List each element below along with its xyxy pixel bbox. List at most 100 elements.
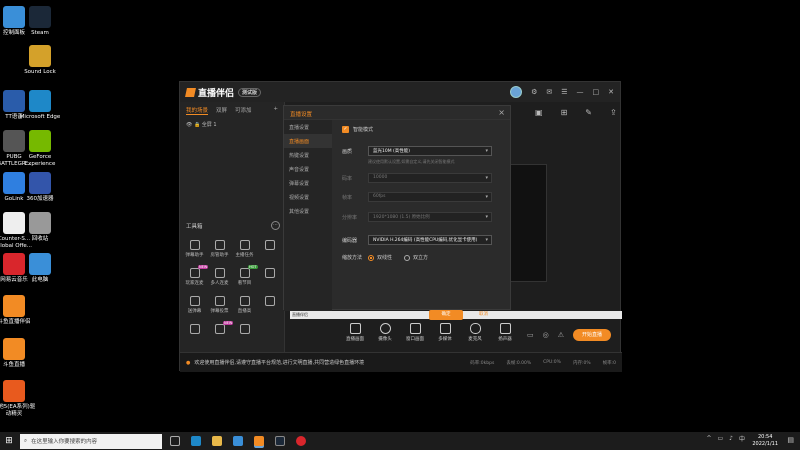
windows-start-icon[interactable]: ⊞ bbox=[0, 436, 18, 446]
action-camera[interactable]: 摄像头 bbox=[375, 323, 395, 342]
action-screen[interactable]: 直播画面 bbox=[345, 323, 365, 342]
volume-icon[interactable]: ♪ bbox=[729, 435, 733, 442]
tool-item[interactable] bbox=[257, 296, 282, 314]
desktop-icon-label: 斗鱼直播伴侣 bbox=[0, 319, 31, 325]
toolbox-title: 工具箱 bbox=[186, 224, 203, 230]
encoder-select[interactable]: NVIDIA H.264编码 (高性能CPU编码,优化显卡使用) ▾ bbox=[368, 235, 492, 245]
tool-label: 弹幕投票 bbox=[210, 309, 229, 314]
desktop-icon[interactable]: Sound Lock bbox=[18, 45, 62, 76]
action-media[interactable]: 多媒体 bbox=[435, 323, 455, 342]
tab-dual-screen[interactable]: 双屏 bbox=[216, 106, 227, 115]
tool-item[interactable]: 多人连麦 bbox=[207, 268, 232, 286]
taskbar-clock[interactable]: 20:54 2022/1/11 bbox=[752, 434, 778, 448]
stat-cpu: CPU:0% bbox=[543, 360, 561, 365]
minimize-icon[interactable]: — bbox=[577, 88, 584, 96]
action-speaker[interactable]: 扬声器 bbox=[495, 323, 515, 342]
alert-icon[interactable]: ⚠ bbox=[558, 331, 564, 339]
layout-icon[interactable]: ⊞ bbox=[561, 108, 568, 117]
action-microphone[interactable]: 麦克风 bbox=[465, 323, 485, 342]
douyu-taskbar-icon[interactable] bbox=[254, 436, 264, 446]
smart-mode-checkbox[interactable]: ✓ bbox=[342, 126, 349, 133]
scene-item[interactable]: 👁 🔒 全屏 1 bbox=[180, 119, 284, 130]
eye-toggle-icon[interactable]: ◎ bbox=[543, 331, 549, 339]
desktop-icon[interactable]: Steam bbox=[18, 6, 62, 37]
start-live-button[interactable]: 开始直播 bbox=[573, 329, 611, 341]
tool-label: 多人连麦 bbox=[210, 281, 229, 286]
tool-item[interactable]: 直播高 bbox=[232, 296, 257, 314]
microphone-icon bbox=[469, 323, 481, 334]
ime-icon[interactable]: 中 bbox=[739, 434, 745, 443]
desktop-icon[interactable]: GeForce Experience bbox=[18, 130, 62, 168]
steam-taskbar-icon[interactable] bbox=[275, 436, 285, 446]
share-icon[interactable]: ⇪ bbox=[610, 108, 617, 117]
tool-item[interactable]: HOT 看节目 bbox=[232, 265, 258, 286]
tool-item[interactable] bbox=[232, 324, 257, 336]
tool-item[interactable]: 房管助手 bbox=[207, 240, 232, 258]
ok-button[interactable]: 确定 bbox=[429, 310, 463, 320]
desktop-icon[interactable]: 360加速器 bbox=[18, 172, 62, 203]
settings-icon[interactable]: ⚙ bbox=[531, 88, 537, 96]
settings-nav-item[interactable]: 声音设置 bbox=[284, 162, 332, 176]
tab-addable[interactable]: 可添加 bbox=[235, 106, 252, 115]
dialog-close-icon[interactable]: × bbox=[498, 108, 505, 117]
settings-nav-item[interactable]: 视频设置 bbox=[284, 190, 332, 204]
bitrate-label: 码率 bbox=[342, 175, 353, 182]
action-window[interactable]: 窗口画面 bbox=[405, 323, 425, 342]
close-icon[interactable]: ✕ bbox=[608, 88, 614, 96]
preview-toolbar: ▣ ⊞ ✎ ⇪ bbox=[535, 108, 617, 117]
add-scene-icon[interactable]: + bbox=[273, 106, 278, 115]
user-avatar[interactable] bbox=[510, 86, 523, 98]
taskbar-search[interactable]: ⌕ 在这里输入你要搜索的内容 bbox=[20, 433, 162, 449]
menu-icon[interactable]: ☰ bbox=[561, 88, 567, 96]
tool-item[interactable]: 弹幕助手 bbox=[182, 240, 207, 258]
tool-item[interactable]: NEW bbox=[207, 321, 234, 336]
tab-my-scenes[interactable]: 我的场景 bbox=[186, 106, 209, 115]
edge-taskbar-icon[interactable] bbox=[191, 436, 201, 446]
desktop-icon[interactable]: 斗鱼直播 bbox=[0, 338, 36, 369]
tool-item[interactable]: 送弹幕 bbox=[182, 296, 207, 314]
desktop-icon[interactable]: 此电脑 bbox=[18, 253, 62, 284]
edge-icon bbox=[29, 90, 51, 112]
netease-taskbar-icon[interactable] bbox=[296, 436, 306, 446]
scale-bicubic-radio[interactable] bbox=[404, 254, 411, 261]
notification-icon[interactable]: ▤ bbox=[787, 436, 794, 444]
settings-nav-item[interactable]: 直播画面 bbox=[284, 134, 332, 148]
tool-item[interactable] bbox=[182, 324, 207, 336]
network-icon[interactable]: ▭ bbox=[717, 435, 723, 442]
settings-body: ✓ 智能模式 画质 蓝光10M (高性能) ▾ 建议使用默认设置,如需自定义,请先… bbox=[332, 120, 510, 320]
clock-date: 2022/1/11 bbox=[752, 441, 778, 447]
maximize-icon[interactable]: □ bbox=[593, 88, 600, 96]
explorer-taskbar-icon[interactable] bbox=[212, 436, 222, 446]
settings-nav-item[interactable]: 其他设置 bbox=[284, 204, 332, 218]
action-label: 窗口画面 bbox=[406, 337, 424, 342]
gift-icon[interactable]: ▣ bbox=[535, 108, 543, 117]
action-label: 扬声器 bbox=[498, 337, 512, 342]
desktop-icon[interactable]: 斗鱼直播伴侣 bbox=[0, 295, 36, 326]
tool-item[interactable]: 主播任务 bbox=[232, 240, 257, 258]
tray-up-icon[interactable]: ^ bbox=[706, 435, 711, 442]
tool-item[interactable]: 弹幕投票 bbox=[207, 296, 232, 314]
settings-nav-item[interactable]: 热键设置 bbox=[284, 148, 332, 162]
cancel-button[interactable]: 取消 bbox=[479, 310, 488, 320]
task-view-icon[interactable] bbox=[170, 436, 180, 446]
toolbox-more-icon[interactable]: ⋯ bbox=[271, 221, 280, 230]
tool-item[interactable] bbox=[257, 268, 282, 286]
record-icon[interactable]: ▭ bbox=[527, 331, 534, 339]
edit-icon[interactable]: ✎ bbox=[585, 108, 592, 117]
desktop-icon[interactable]: 战地5(EA系列)驱动精灵 bbox=[0, 380, 36, 418]
tool-icon bbox=[214, 268, 225, 278]
tool-icon bbox=[239, 296, 250, 306]
tool-item[interactable]: NEW 玩家连麦 bbox=[182, 265, 209, 286]
desktop-icon[interactable]: 回收站 bbox=[18, 212, 62, 243]
scale-bilinear-radio[interactable] bbox=[368, 254, 374, 261]
desktop-icon[interactable]: Microsoft Edge bbox=[18, 90, 62, 121]
tool-item[interactable] bbox=[257, 240, 282, 258]
quality-select[interactable]: 蓝光10M (高性能) ▾ bbox=[368, 146, 492, 156]
store-taskbar-icon[interactable] bbox=[233, 436, 243, 446]
lock-icon[interactable]: 🔒 bbox=[194, 122, 200, 128]
settings-nav-item[interactable]: 直播设置 bbox=[284, 120, 332, 134]
captured-strip-text: 直播伴侣 bbox=[292, 312, 308, 317]
mail-icon[interactable]: ✉ bbox=[546, 88, 552, 96]
eye-icon[interactable]: 👁 bbox=[186, 122, 192, 128]
settings-nav-item[interactable]: 弹幕设置 bbox=[284, 176, 332, 190]
